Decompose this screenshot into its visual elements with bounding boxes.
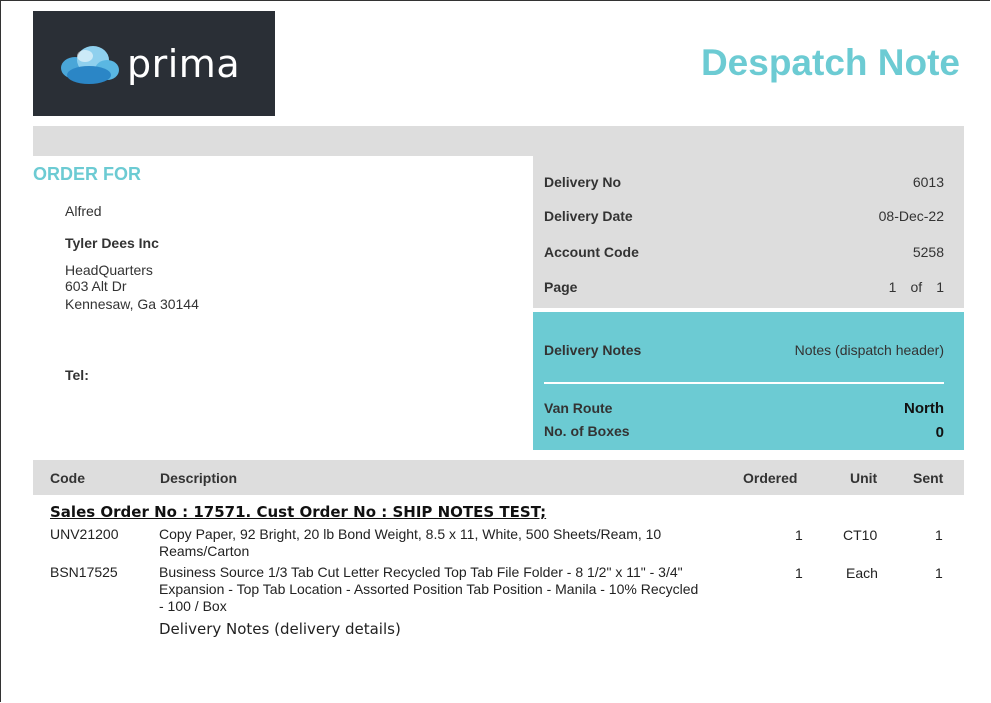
row-1-description: Copy Paper, 92 Bright, 20 lb Bond Weight… <box>159 526 662 559</box>
contact-name: Alfred <box>65 203 102 219</box>
delivery-info-panel: Delivery No 6013 Delivery Date 08-Dec-22… <box>533 156 964 308</box>
page-label: Page <box>544 279 578 295</box>
address-line-2: 603 Alt Dr <box>65 278 127 294</box>
sales-order-line: Sales Order No : 17571. Cust Order No : … <box>50 503 547 521</box>
col-code-header: Code <box>50 470 85 486</box>
row-2-description: Business Source 1/3 Tab Cut Letter Recyc… <box>159 564 699 614</box>
col-description-header: Description <box>160 470 238 486</box>
delivery-notes-panel: Delivery Notes Notes (dispatch header) V… <box>533 312 964 450</box>
delivery-notes-label: Delivery Notes <box>544 342 642 358</box>
delivery-date-value: 08-Dec-22 <box>878 208 944 224</box>
row-2-code: BSN17525 <box>50 564 118 580</box>
document-title: Despatch Note <box>700 42 960 83</box>
logo-text: prima <box>127 41 241 86</box>
row-2-ordered: 1 <box>795 565 803 581</box>
address-line-3: Kennesaw, Ga 30144 <box>65 296 199 312</box>
address-line-1: HeadQuarters <box>65 262 153 278</box>
notes-divider <box>544 382 944 384</box>
col-sent-header: Sent <box>913 470 944 486</box>
page-value: 1 of 1 <box>889 279 944 295</box>
row-1-sent: 1 <box>935 527 943 543</box>
account-code-row: Account Code 5258 <box>544 244 944 264</box>
van-route-label: Van Route <box>544 400 613 416</box>
van-route-value: North <box>904 400 944 417</box>
delivery-no-value: 6013 <box>912 174 944 190</box>
delivery-date-row: Delivery Date 08-Dec-22 <box>544 208 944 228</box>
boxes-value: 0 <box>935 424 944 441</box>
delivery-date-label: Delivery Date <box>544 208 633 224</box>
company-logo: prima <box>33 11 275 116</box>
order-for-heading: ORDER FOR <box>33 164 141 184</box>
delivery-no-row: Delivery No 6013 <box>544 174 944 194</box>
page-of: of <box>910 279 923 295</box>
company-name: Tyler Dees Inc <box>65 235 159 251</box>
cloud-logo-icon <box>61 45 119 84</box>
account-code-label: Account Code <box>544 244 639 260</box>
page-row: Page 1 of 1 <box>544 279 944 299</box>
tel-label: Tel: <box>65 367 89 383</box>
row-2-unit: Each <box>846 565 878 581</box>
row-1-code: UNV21200 <box>50 526 119 542</box>
row-1-unit: CT10 <box>843 527 878 543</box>
page-total: 1 <box>936 279 944 295</box>
header-divider-bar <box>33 126 964 156</box>
col-unit-header: Unit <box>850 470 878 486</box>
delivery-details-note: Delivery Notes (delivery details) <box>159 620 401 638</box>
delivery-no-label: Delivery No <box>544 174 622 190</box>
page-current: 1 <box>888 279 897 295</box>
items-table-header: Code Description Ordered Unit Sent <box>33 460 964 495</box>
col-ordered-header: Ordered <box>743 470 798 486</box>
row-2-sent: 1 <box>935 565 943 581</box>
delivery-notes-value: Notes (dispatch header) <box>794 342 944 358</box>
row-1-ordered: 1 <box>795 527 803 543</box>
boxes-label: No. of Boxes <box>544 423 630 439</box>
account-code-value: 5258 <box>912 244 944 260</box>
